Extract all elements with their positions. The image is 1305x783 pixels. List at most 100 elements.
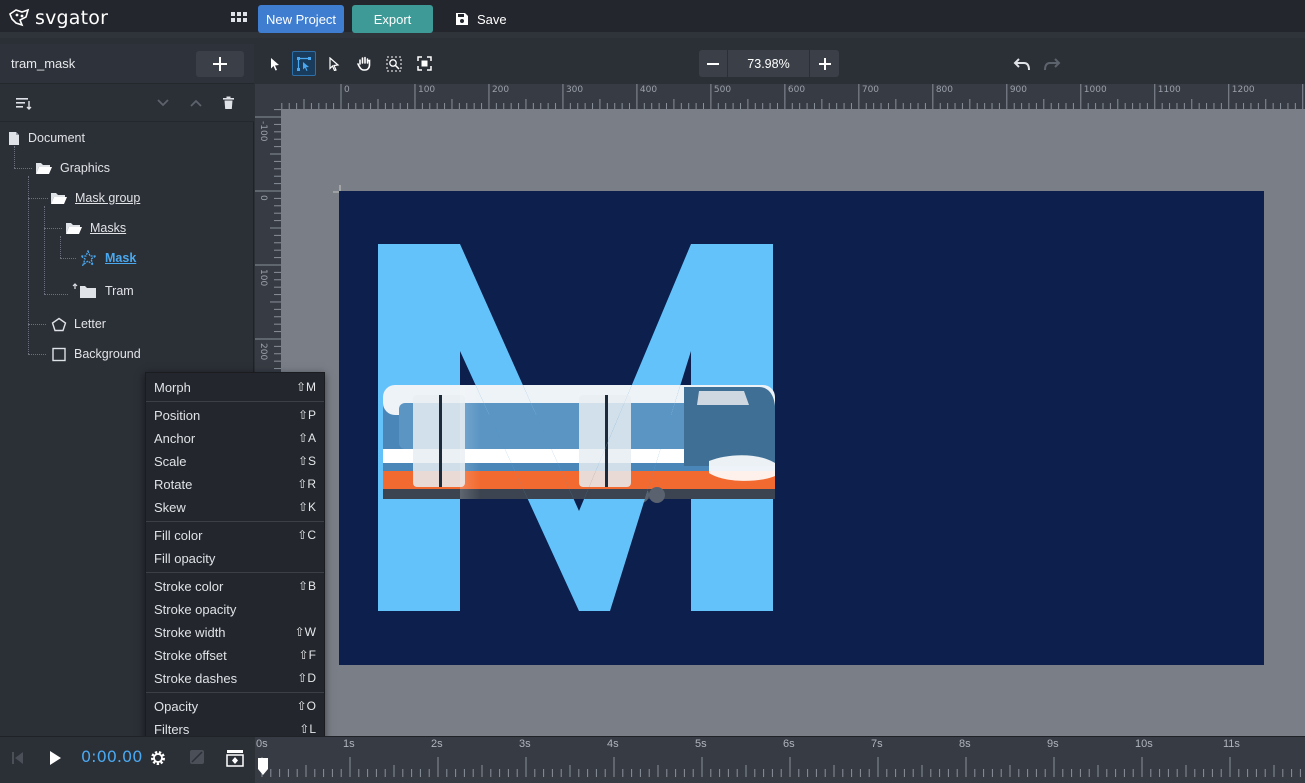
menu-separator (146, 572, 324, 573)
save-button[interactable]: Save (455, 8, 507, 30)
layer-label: Document (28, 131, 85, 145)
menu-item-skew[interactable]: Skew ⇧K (146, 496, 324, 518)
timeline-tick-label: 8s (959, 738, 971, 750)
layer-mask-group[interactable]: Mask group (50, 187, 140, 209)
menu-item-stroke-dashes[interactable]: Stroke dashes ⇧D (146, 667, 324, 689)
layer-tram[interactable]: Tram (72, 280, 134, 302)
current-time-display[interactable]: 0:00.00 (81, 747, 142, 766)
timeline-ruler[interactable]: 0s 1s 2s 3s 4s 5s 6s 7s 8s 9s 10s 11s (255, 737, 1305, 783)
ruler-label: 700 (861, 85, 880, 95)
menu-item-shortcut: ⇧D (297, 671, 316, 685)
redo-button[interactable] (1040, 51, 1064, 76)
menu-item-label: Stroke offset (154, 647, 227, 663)
undo-button[interactable] (1010, 51, 1034, 76)
menu-separator (146, 521, 324, 522)
menu-item-fill-opacity[interactable]: Fill opacity (146, 547, 324, 569)
menu-item-label: Opacity (154, 698, 199, 714)
ruler-label: 1200 (1231, 85, 1255, 95)
menu-item-shortcut: ⇧O (296, 699, 316, 713)
gear-icon[interactable] (149, 749, 167, 767)
folder-open-icon (66, 223, 82, 234)
svgator-logo[interactable]: svgator (8, 7, 108, 29)
floppy-disk-icon (456, 13, 468, 25)
timeline-view-icon[interactable] (226, 749, 244, 767)
select-tool-button[interactable] (263, 51, 287, 76)
menu-item-stroke-width[interactable]: Stroke width ⇧W (146, 621, 324, 643)
ruler-label: 800 (935, 85, 954, 95)
project-name[interactable]: tram_mask (11, 56, 75, 71)
layer-label: Masks (90, 221, 127, 235)
menu-item-anchor[interactable]: Anchor ⇧A (146, 427, 324, 449)
grid-icon (231, 12, 247, 22)
direct-select-tool-button[interactable] (322, 51, 346, 76)
menu-item-position[interactable]: Position ⇧P (146, 404, 324, 426)
menu-item-label: Scale (154, 453, 187, 469)
minus-icon (707, 62, 719, 65)
playhead-icon[interactable] (257, 757, 269, 777)
menu-item-shortcut: ⇧W (294, 625, 316, 639)
fit-to-screen-button[interactable] (412, 51, 436, 76)
sort-layers-icon[interactable] (16, 97, 32, 111)
export-button[interactable]: Export (352, 5, 433, 33)
layer-background[interactable]: Background (51, 343, 141, 365)
menu-item-stroke-offset[interactable]: Stroke offset ⇧F (146, 644, 324, 666)
menu-item-rotate[interactable]: Rotate ⇧R (146, 473, 324, 495)
timeline-tick-label: 2s (431, 738, 443, 750)
playback-controls: 0:00.00 (0, 737, 254, 783)
layer-label: Tram (105, 284, 134, 298)
menu-item-label: Filters (154, 721, 190, 737)
new-project-button[interactable]: New Project (258, 5, 344, 33)
timeline-tick-label: 7s (871, 738, 883, 750)
ruler-label: 200 (491, 85, 510, 95)
menu-item-shortcut: ⇧B (297, 579, 316, 593)
keyframe-easing-icon[interactable] (189, 749, 205, 765)
fit-screen-icon (416, 56, 432, 71)
ruler-label: 100 (417, 85, 436, 95)
trash-icon[interactable] (222, 96, 235, 110)
menu-item-shortcut: ⇧L (299, 722, 316, 736)
menu-item-stroke-opacity[interactable]: Stroke opacity (146, 598, 324, 620)
layer-mask[interactable]: Mask (80, 247, 136, 269)
layer-graphics[interactable]: Graphics (35, 157, 110, 179)
menu-item-scale[interactable]: Scale ⇧S (146, 450, 324, 472)
menu-item-stroke-color[interactable]: Stroke color ⇧B (146, 575, 324, 597)
play-icon[interactable] (48, 749, 62, 767)
document-icon (9, 131, 19, 145)
zoom-level-field[interactable]: 73.98% (728, 50, 809, 77)
hand-tool-button[interactable] (352, 51, 376, 76)
folder-icon (72, 283, 96, 298)
menu-item-opacity[interactable]: Opacity ⇧O (146, 695, 324, 717)
artwork-illustration (378, 244, 775, 611)
menu-separator (146, 401, 324, 402)
plus-icon (818, 57, 831, 70)
zoom-out-button[interactable] (699, 50, 727, 77)
node-edit-icon (297, 56, 311, 71)
chevron-down-icon[interactable] (156, 98, 170, 108)
menu-item-morph[interactable]: Morph ⇧M (146, 376, 324, 398)
node-tool-button[interactable] (292, 51, 316, 76)
menu-item-shortcut: ⇧M (295, 380, 316, 394)
menu-item-fill-color[interactable]: Fill color ⇧C (146, 524, 324, 546)
logo-text: svgator (35, 7, 109, 29)
layer-document[interactable]: Document (7, 127, 85, 149)
chevron-up-icon[interactable] (189, 98, 203, 108)
timeline-tick-label: 3s (519, 738, 531, 750)
layer-letter[interactable]: Letter (51, 313, 106, 335)
artboard[interactable] (339, 191, 1264, 665)
zoom-tool-button[interactable] (382, 51, 406, 76)
menu-item-label: Anchor (154, 430, 196, 446)
menu-item-shortcut: ⇧A (297, 431, 316, 445)
canvas-stage[interactable] (281, 109, 1305, 736)
menu-item-label: Skew (154, 499, 186, 515)
dashboard-grid-button[interactable] (229, 9, 249, 27)
ruler-label: 1000 (1083, 85, 1107, 95)
ruler-label: 900 (1009, 85, 1027, 95)
layer-label: Letter (74, 317, 106, 331)
skip-to-start-icon[interactable] (11, 750, 25, 766)
timeline-panel: 0:00.00 0s 1s 2s 3s 4s 5s 6s 7s 8s 9s 10s 11s (0, 736, 1305, 783)
zoom-in-button[interactable] (810, 50, 839, 77)
add-element-button[interactable] (196, 51, 244, 77)
menu-item-shortcut: ⇧K (297, 500, 316, 514)
layer-masks[interactable]: Masks (65, 217, 126, 239)
ruler-label: 1100 (1157, 85, 1181, 95)
